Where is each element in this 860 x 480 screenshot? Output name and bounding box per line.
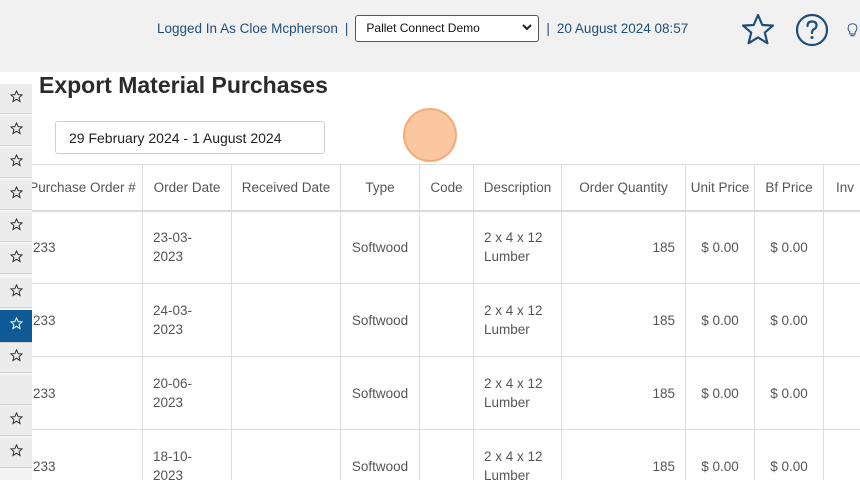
cell-unit-price: $ 0.00 — [685, 210, 755, 284]
star-icon — [9, 316, 23, 335]
column-header[interactable]: Unit Price — [685, 164, 755, 212]
cell-qty: 185 — [561, 356, 686, 430]
cell-qty: 185 — [561, 283, 686, 357]
cell-po: 233 — [32, 210, 143, 284]
sidebar-item-active[interactable] — [0, 310, 32, 343]
star-icon — [9, 348, 23, 367]
star-icon — [9, 217, 23, 236]
lightbulb-icon[interactable] — [845, 13, 860, 47]
sidebar-item[interactable] — [0, 244, 32, 274]
cell-order-date: 23-03-2023 — [142, 210, 232, 284]
cell-bf-price: $ 0.00 — [754, 283, 824, 357]
company-select-value: Pallet Connect Demo — [366, 21, 480, 35]
cell-code — [419, 283, 474, 357]
cell-description: 2 x 4 x 12 Lumber — [473, 283, 562, 357]
cell-code — [419, 429, 474, 480]
page-title: Export Material Purchases — [39, 72, 328, 98]
column-header[interactable]: Inv — [823, 164, 860, 212]
cell-qty: 185 — [561, 429, 686, 480]
top-bar: Logged In As Cloe Mcpherson | Pallet Con… — [0, 0, 860, 72]
cell-order-date: 18-10-2023 — [142, 429, 232, 480]
star-icon — [9, 411, 23, 430]
sidebar-item[interactable] — [0, 406, 32, 436]
datetime-label: 20 August 2024 08:57 — [556, 20, 689, 36]
cell-received-date — [231, 356, 341, 430]
logged-in-label: Logged In As Cloe Mcpherson — [157, 20, 338, 36]
cell-type: Softwood — [340, 210, 420, 284]
cell-qty: 185 — [561, 210, 686, 284]
cell-po: 233 — [32, 429, 143, 480]
sidebar — [0, 84, 32, 480]
click-indicator — [403, 108, 457, 162]
column-header[interactable]: Received Date — [231, 164, 341, 212]
cell-type: Softwood — [340, 429, 420, 480]
sidebar-item[interactable] — [0, 84, 32, 114]
sidebar-item[interactable] — [0, 116, 32, 146]
star-icon — [9, 249, 23, 268]
cell-description: 2 x 4 x 12 Lumber — [473, 210, 562, 284]
sidebar-item[interactable] — [0, 212, 32, 242]
table-row[interactable]: 233 24-03-2023 Softwood 2 x 4 x 12 Lumbe… — [32, 283, 860, 357]
cell-unit-price: $ 0.00 — [685, 283, 755, 357]
separator: | — [546, 20, 550, 36]
column-header[interactable]: Order Date — [142, 164, 232, 212]
table-row[interactable]: 233 20-06-2023 Softwood 2 x 4 x 12 Lumbe… — [32, 356, 860, 430]
cell-inv — [823, 356, 860, 430]
purchases-table: Purchase Order # Order Date Received Dat… — [32, 164, 860, 480]
cell-code — [419, 210, 474, 284]
date-range-input[interactable]: 29 February 2024 - 1 August 2024 — [55, 121, 325, 154]
cell-received-date — [231, 210, 341, 284]
column-header[interactable]: Purchase Order # — [32, 164, 143, 212]
chevron-down-icon — [522, 23, 533, 34]
star-icon — [9, 121, 23, 140]
user-info-line: Logged In As Cloe Mcpherson | Pallet Con… — [157, 14, 688, 42]
purchases-table-container: Purchase Order # Order Date Received Dat… — [32, 164, 860, 480]
separator: | — [344, 20, 349, 36]
cell-unit-price: $ 0.00 — [685, 429, 755, 480]
star-icon — [9, 283, 23, 302]
help-icon[interactable] — [795, 13, 829, 47]
cell-po: 233 — [32, 356, 143, 430]
table-row[interactable]: 233 23-03-2023 Softwood 2 x 4 x 12 Lumbe… — [32, 210, 860, 284]
cell-inv — [823, 429, 860, 480]
cell-order-date: 24-03-2023 — [142, 283, 232, 357]
cell-bf-price: $ 0.00 — [754, 356, 824, 430]
cell-type: Softwood — [340, 356, 420, 430]
table-header-row: Purchase Order # Order Date Received Dat… — [32, 164, 860, 212]
cell-inv — [823, 210, 860, 284]
column-header[interactable]: Bf Price — [754, 164, 824, 212]
column-header[interactable]: Order Quantity — [561, 164, 686, 212]
cell-code — [419, 356, 474, 430]
sidebar-item[interactable] — [0, 278, 32, 308]
cell-received-date — [231, 283, 341, 357]
cell-po: 233 — [32, 283, 143, 357]
cell-bf-price: $ 0.00 — [754, 429, 824, 480]
cell-inv — [823, 283, 860, 357]
star-icon — [9, 443, 23, 462]
column-header[interactable]: Type — [340, 164, 420, 212]
cell-unit-price: $ 0.00 — [685, 356, 755, 430]
sidebar-item[interactable] — [0, 148, 32, 178]
cell-type: Softwood — [340, 283, 420, 357]
sidebar-item[interactable] — [0, 180, 32, 210]
table-row[interactable]: 233 18-10-2023 Softwood 2 x 4 x 12 Lumbe… — [32, 429, 860, 480]
cell-order-date: 20-06-2023 — [142, 356, 232, 430]
star-icon — [9, 185, 23, 204]
sidebar-item[interactable] — [0, 375, 32, 405]
column-header[interactable]: Code — [419, 164, 474, 212]
cell-bf-price: $ 0.00 — [754, 210, 824, 284]
sidebar-item[interactable] — [0, 343, 32, 373]
star-icon[interactable] — [741, 13, 775, 47]
sidebar-item[interactable] — [0, 438, 32, 468]
star-icon — [9, 153, 23, 172]
star-icon — [9, 89, 23, 108]
cell-description: 2 x 4 x 12 Lumber — [473, 429, 562, 480]
company-select[interactable]: Pallet Connect Demo — [355, 14, 540, 42]
cell-description: 2 x 4 x 12 Lumber — [473, 356, 562, 430]
column-header[interactable]: Description — [473, 164, 562, 212]
cell-received-date — [231, 429, 341, 480]
